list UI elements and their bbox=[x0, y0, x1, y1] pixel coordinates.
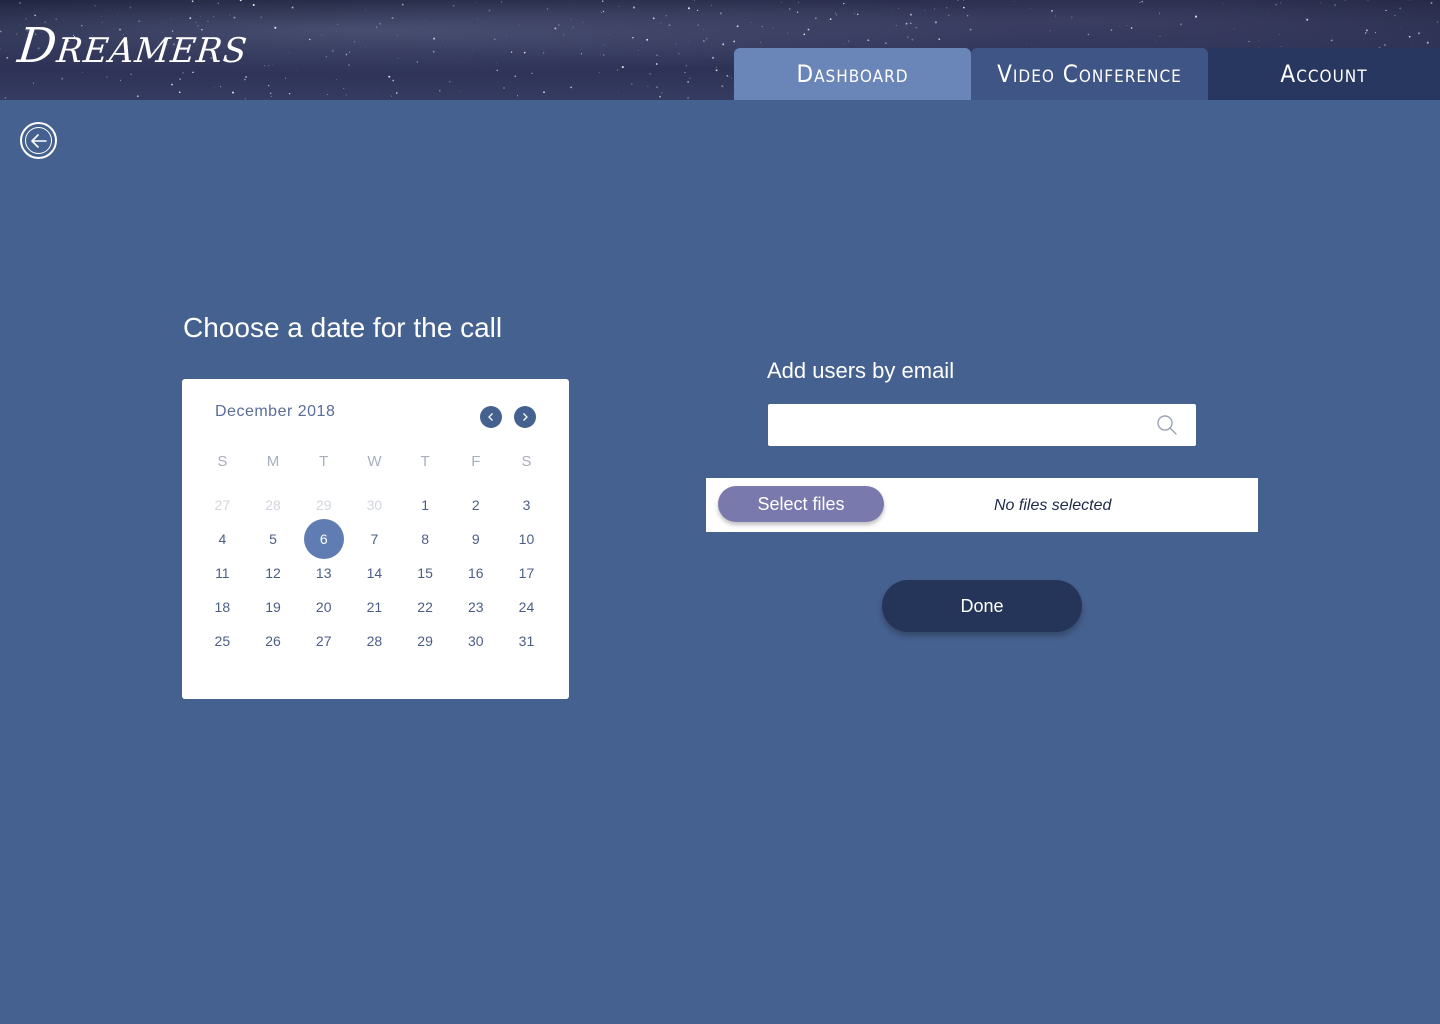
calendar-month-label: December 2018 bbox=[215, 403, 336, 420]
calendar-day[interactable]: 31 bbox=[501, 624, 552, 658]
select-files-button[interactable]: Select files bbox=[718, 486, 884, 522]
calendar-day[interactable]: 17 bbox=[501, 556, 552, 590]
calendar-week-row: 11 12 13 14 15 16 17 bbox=[197, 556, 552, 590]
calendar-day[interactable]: 16 bbox=[450, 556, 501, 590]
calendar-day[interactable]: 13 bbox=[298, 556, 349, 590]
calendar-day[interactable]: 9 bbox=[450, 522, 501, 556]
tab-account[interactable]: Account bbox=[1208, 48, 1440, 100]
done-button[interactable]: Done bbox=[882, 580, 1082, 632]
back-button[interactable] bbox=[20, 122, 57, 159]
calendar-day[interactable]: 27 bbox=[298, 624, 349, 658]
calendar-day[interactable]: 23 bbox=[450, 590, 501, 624]
calendar-day[interactable]: 15 bbox=[400, 556, 451, 590]
calendar-day[interactable]: 30 bbox=[450, 624, 501, 658]
calendar-day[interactable]: 27 bbox=[197, 488, 248, 522]
date-section-title: Choose a date for the call bbox=[183, 312, 503, 343]
calendar-day[interactable]: 28 bbox=[349, 624, 400, 658]
calendar-day-selected[interactable]: 6 bbox=[298, 519, 349, 559]
calendar-day[interactable]: 20 bbox=[298, 590, 349, 624]
calendar-prev-button[interactable] bbox=[480, 406, 502, 428]
calendar-day[interactable]: 3 bbox=[501, 488, 552, 522]
app-logo[interactable]: Dreamers bbox=[15, 18, 251, 74]
calendar-next-button[interactable] bbox=[514, 406, 536, 428]
email-search-input[interactable] bbox=[768, 404, 1148, 446]
selected-day-label: 6 bbox=[303, 519, 344, 559]
weekday-label: M bbox=[266, 453, 280, 470]
calendar-day[interactable]: 2 bbox=[450, 488, 501, 522]
calendar-day[interactable]: 8 bbox=[400, 522, 451, 556]
calendar-day[interactable]: 25 bbox=[197, 624, 248, 658]
weekday-label: F bbox=[471, 453, 481, 470]
calendar-day[interactable]: 7 bbox=[349, 522, 400, 556]
calendar-day[interactable]: 1 bbox=[400, 488, 451, 522]
arrow-left-circle-icon bbox=[25, 127, 52, 154]
chevron-right-icon bbox=[523, 413, 528, 421]
main-nav: Dashboard Video Conference Account bbox=[734, 48, 1440, 100]
search-icon[interactable] bbox=[1156, 414, 1178, 436]
calendar-day[interactable]: 12 bbox=[248, 556, 299, 590]
calendar-week-row: 25 26 27 28 29 30 31 bbox=[197, 624, 552, 658]
calendar-day[interactable]: 11 bbox=[197, 556, 248, 590]
email-search-box bbox=[768, 404, 1196, 446]
calendar-week-row: 18 19 20 21 22 23 24 bbox=[197, 590, 552, 624]
calendar-week-row: 27 28 29 30 1 2 3 bbox=[197, 488, 552, 522]
header: Dreamers Dashboard Video Conference Acco… bbox=[0, 0, 1440, 100]
chevron-left-icon bbox=[488, 413, 493, 421]
calendar-day[interactable]: 29 bbox=[298, 488, 349, 522]
calendar: December 2018 S M T W T F S 27 28 29 30 1 2 3 4… bbox=[182, 379, 569, 699]
calendar-day[interactable]: 26 bbox=[248, 624, 299, 658]
file-upload-bar: Select files No files selected bbox=[706, 478, 1258, 532]
calendar-day[interactable]: 5 bbox=[248, 522, 299, 556]
weekday-label: S bbox=[521, 453, 532, 470]
weekday-label: T bbox=[319, 453, 329, 470]
calendar-day[interactable]: 19 bbox=[248, 590, 299, 624]
calendar-day[interactable]: 4 bbox=[197, 522, 248, 556]
weekday-label: W bbox=[367, 453, 382, 470]
calendar-week-row: 4 5 6 7 8 9 10 bbox=[197, 519, 552, 559]
calendar-day[interactable]: 21 bbox=[349, 590, 400, 624]
calendar-day[interactable]: 24 bbox=[501, 590, 552, 624]
calendar-day[interactable]: 28 bbox=[248, 488, 299, 522]
calendar-day[interactable]: 30 bbox=[349, 488, 400, 522]
tab-video-conference[interactable]: Video Conference bbox=[971, 48, 1208, 100]
tab-dashboard[interactable]: Dashboard bbox=[734, 48, 971, 100]
add-users-title: Add users by email bbox=[767, 358, 955, 383]
weekday-label: S bbox=[217, 453, 228, 470]
calendar-day[interactable]: 10 bbox=[501, 522, 552, 556]
calendar-day[interactable]: 22 bbox=[400, 590, 451, 624]
weekday-header-row: S M T W T F S bbox=[197, 453, 552, 470]
file-status-text: No files selected bbox=[994, 497, 1112, 514]
calendar-day[interactable]: 18 bbox=[197, 590, 248, 624]
calendar-day[interactable]: 14 bbox=[349, 556, 400, 590]
calendar-day[interactable]: 29 bbox=[400, 624, 451, 658]
weekday-label: T bbox=[420, 453, 430, 470]
